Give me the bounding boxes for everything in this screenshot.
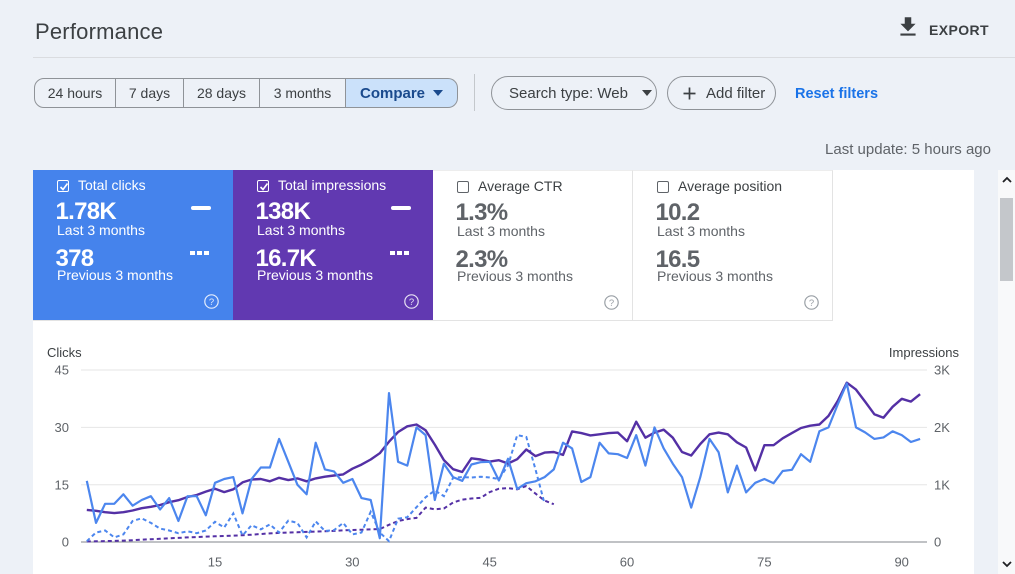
svg-text:0: 0 xyxy=(62,535,69,550)
svg-text:30: 30 xyxy=(55,420,69,435)
svg-text:45: 45 xyxy=(482,555,496,570)
svg-text:?: ? xyxy=(409,297,414,308)
svg-text:60: 60 xyxy=(620,555,634,570)
svg-text:3K: 3K xyxy=(934,363,950,378)
svg-text:?: ? xyxy=(209,297,214,308)
svg-text:90: 90 xyxy=(894,555,908,570)
svg-text:2K: 2K xyxy=(934,420,950,435)
svg-text:15: 15 xyxy=(55,477,69,492)
svg-text:Impressions: Impressions xyxy=(889,345,960,360)
svg-text:15: 15 xyxy=(208,555,222,570)
svg-text:1K: 1K xyxy=(934,477,950,492)
svg-text:30: 30 xyxy=(345,555,359,570)
svg-text:45: 45 xyxy=(55,363,69,378)
svg-text:0: 0 xyxy=(934,535,941,550)
svg-text:?: ? xyxy=(809,298,814,309)
svg-text:75: 75 xyxy=(757,555,771,570)
svg-text:Clicks: Clicks xyxy=(47,345,82,360)
svg-text:?: ? xyxy=(609,298,614,309)
